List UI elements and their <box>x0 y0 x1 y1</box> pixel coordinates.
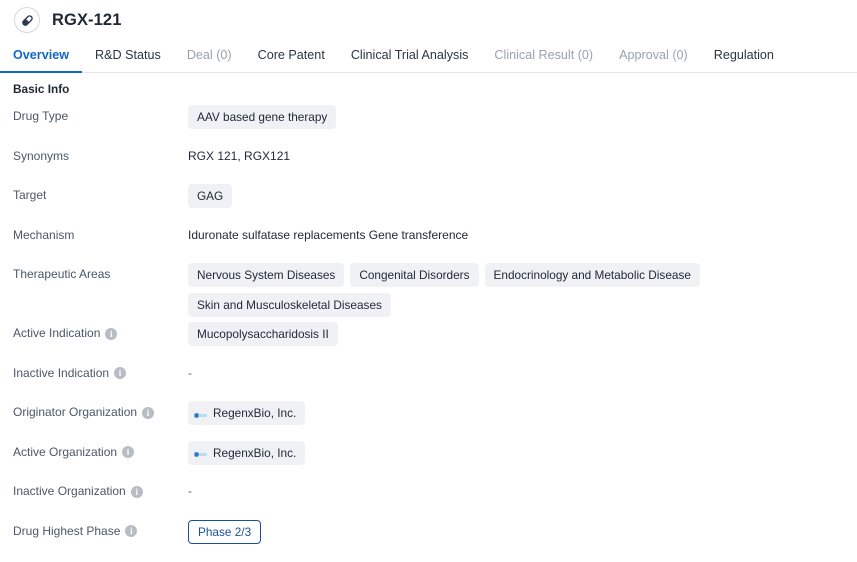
field-row-active-indication: Active Indication i Mucopolysaccharidosis … <box>0 317 857 357</box>
field-row-first-approval-date: First Approval Date- <box>0 554 857 562</box>
organization-name: RegenxBio, Inc. <box>213 406 297 420</box>
field-value-inactive-organization: - <box>188 484 192 498</box>
field-label-text: Active Organization <box>13 444 118 459</box>
field-label-text: Inactive Organization <box>13 484 126 498</box>
field-value-mechanism: Iduronate sulfatase replacements Gene tr… <box>188 219 857 243</box>
page-header: RGX-121 <box>0 0 857 40</box>
value-tag[interactable]: Mucopolysaccharidosis II <box>188 322 338 346</box>
field-value-active-organization: RegenxBio, Inc. <box>188 436 857 465</box>
info-icon[interactable]: i <box>142 406 155 419</box>
tab-deal[interactable]: Deal (0) <box>187 40 232 72</box>
field-value-drug-type: AAV based gene therapy <box>188 100 857 129</box>
field-label-first-approval-date: First Approval Date <box>13 554 188 562</box>
field-label-text: Synonyms <box>13 148 70 163</box>
drug-detail-page: RGX-121 Overview R&D Status Deal (0) Cor… <box>0 0 857 562</box>
field-row-inactive-indication: Inactive Indication i - <box>0 357 857 397</box>
tab-clinical-trial-analysis[interactable]: Clinical Trial Analysis <box>351 40 469 72</box>
field-label-active-indication: Active Indication i <box>13 317 188 341</box>
field-row-active-organization: Active Organization i RegenxBio, Inc. <box>0 436 857 476</box>
tab-clinical-result[interactable]: Clinical Result (0) <box>494 40 593 72</box>
field-row-drug-highest-phase: Drug Highest Phase i Phase 2/3 <box>0 515 857 555</box>
info-icon[interactable]: i <box>130 485 143 498</box>
field-value-text: Iduronate sulfatase replacements Gene tr… <box>188 227 469 242</box>
field-label-text: Inactive Indication <box>13 365 110 380</box>
page-title: RGX-121 <box>52 10 122 29</box>
field-value-originator-organization: RegenxBio, Inc. <box>188 396 857 425</box>
field-label-inactive-indication: Inactive Indication i <box>13 357 188 381</box>
org-link-icon <box>194 409 208 418</box>
field-value-inactive-indication: - <box>188 365 192 380</box>
field-value-therapeutic-areas: Nervous System Diseases Congenital Disord… <box>188 258 857 317</box>
organization-tag[interactable]: RegenxBio, Inc. <box>188 401 306 425</box>
field-value-target: GAG <box>188 179 857 208</box>
info-icon[interactable]: i <box>122 446 135 458</box>
field-label-synonyms: Synonyms <box>13 140 188 164</box>
value-tag[interactable]: Skin and Musculoskeletal Diseases <box>188 293 391 317</box>
value-tag[interactable]: AAV based gene therapy <box>188 105 337 129</box>
tab-regulation[interactable]: Regulation <box>714 40 774 72</box>
organization-tag[interactable]: RegenxBio, Inc. <box>188 440 306 465</box>
field-row-originator-organization: Originator Organization i RegenxBio, Inc. <box>0 396 857 436</box>
tab-rd-status[interactable]: R&D Status <box>95 40 161 72</box>
tab-approval[interactable]: Approval (0) <box>619 40 688 72</box>
org-link-icon <box>194 448 208 457</box>
field-label-inactive-organization: Inactive Organization i <box>13 475 188 499</box>
field-value-first-approval-date: - <box>188 554 192 562</box>
tab-overview[interactable]: Overview <box>0 40 83 73</box>
tab-core-patent[interactable]: Core Patent <box>258 40 325 72</box>
field-row-therapeutic-areas: Therapeutic Areas Nervous System Diseases… <box>0 258 857 317</box>
field-label-text: Active Indication <box>13 326 101 340</box>
field-row-synonyms: Synonyms RGX 121, RGX121 <box>0 140 857 180</box>
field-label-drug-type: Drug Type <box>13 100 188 124</box>
field-label-active-organization: Active Organization i <box>13 436 188 460</box>
field-label-text: Target <box>13 188 47 202</box>
field-label-therapeutic-areas: Therapeutic Areas <box>13 258 188 282</box>
field-label-text: Mechanism <box>13 227 75 242</box>
field-label-originator-organization: Originator Organization i <box>13 396 188 420</box>
value-tag[interactable]: Congenital Disorders <box>350 263 479 287</box>
info-icon[interactable]: i <box>125 525 138 537</box>
info-icon[interactable]: i <box>114 367 127 379</box>
field-row-inactive-organization: Inactive Organization i - <box>0 475 857 515</box>
field-row-mechanism: Mechanism Iduronate sulfatase replacement… <box>0 219 857 259</box>
field-label-drug-highest-phase: Drug Highest Phase i <box>13 515 188 539</box>
field-value-text: RGX 121, RGX121 <box>188 148 291 163</box>
field-label-text: Drug Highest Phase <box>13 523 121 538</box>
value-tag[interactable]: Endocrinology and Metabolic Disease <box>484 263 700 287</box>
field-label-mechanism: Mechanism <box>13 219 188 243</box>
basic-info-rows: Drug Type AAV based gene therapy Synonyms R… <box>0 96 857 562</box>
tab-bar: Overview R&D Status Deal (0) Core Patent… <box>0 40 857 73</box>
value-tag[interactable]: GAG <box>188 184 233 208</box>
field-label-text: Originator Organization <box>13 405 138 419</box>
field-value-drug-highest-phase: Phase 2/3 <box>188 515 857 544</box>
field-row-target: Target GAG <box>0 179 857 219</box>
phase-badge[interactable]: Phase 2/3 <box>188 519 262 544</box>
field-row-drug-type: Drug Type AAV based gene therapy <box>0 100 857 140</box>
organization-name: RegenxBio, Inc. <box>213 445 297 460</box>
field-value-synonyms: RGX 121, RGX121 <box>188 140 857 164</box>
capsule-icon <box>14 7 40 33</box>
field-label-text: Drug Type <box>13 109 69 123</box>
value-tag[interactable]: Nervous System Diseases <box>188 263 345 287</box>
field-label-text: Therapeutic Areas <box>13 267 111 281</box>
field-label-target: Target <box>13 179 188 203</box>
info-icon[interactable]: i <box>105 327 118 340</box>
field-value-active-indication: Mucopolysaccharidosis II <box>188 317 857 346</box>
section-title-basic-info: Basic Info <box>13 82 70 96</box>
